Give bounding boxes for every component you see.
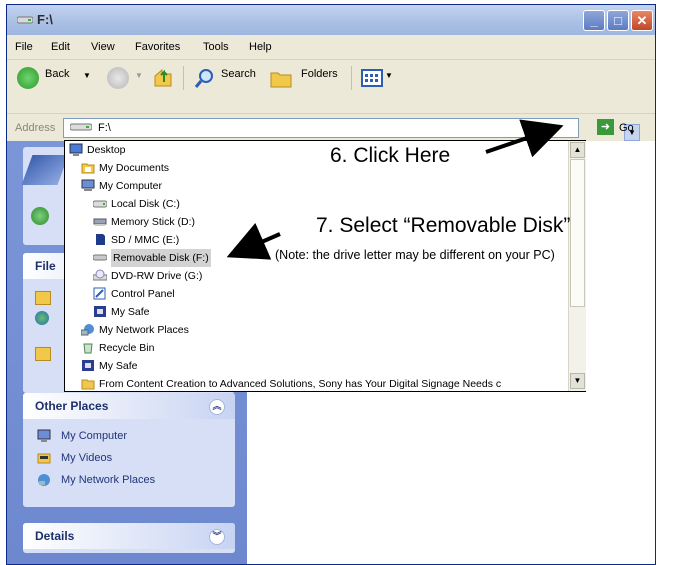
dropdown-item-label: Memory Stick (D:) <box>111 216 195 228</box>
folder-icon[interactable] <box>35 347 51 361</box>
expand-chevron-icon[interactable]: ︾ <box>209 529 225 545</box>
details-card: Details ︾ <box>23 523 235 553</box>
collapse-chevron-icon[interactable]: ︽ <box>209 399 225 415</box>
details-header[interactable]: Details ︾ <box>23 523 235 549</box>
toolbar-separator <box>351 66 352 90</box>
place-my-network-places[interactable]: My Network Places <box>23 469 235 491</box>
dropdown-item-label: Desktop <box>87 144 126 156</box>
globe-icon[interactable] <box>35 311 49 325</box>
scroll-thumb[interactable] <box>570 159 585 307</box>
search-button[interactable]: Search <box>221 68 256 80</box>
menu-favorites[interactable]: Favorites <box>135 41 180 53</box>
place-label: My Videos <box>61 452 113 464</box>
folder-icon <box>81 163 95 174</box>
task-icon[interactable] <box>31 207 49 225</box>
dropdown-item-label: DVD-RW Drive (G:) <box>111 270 203 282</box>
safe-icon <box>82 360 94 371</box>
forward-arrow-icon[interactable] <box>107 67 129 89</box>
other-places-card: Other Places ︽ My Computer My Videos My … <box>23 393 235 507</box>
dropdown-item-label: SD / MMC (E:) <box>111 234 180 246</box>
removable-disk-icon <box>93 254 107 261</box>
network-icon <box>38 474 50 486</box>
dropdown-item-label: My Safe <box>99 360 138 372</box>
folder-icon[interactable] <box>35 291 51 305</box>
details-title: Details <box>35 529 75 543</box>
up-folder-icon[interactable] <box>153 66 175 90</box>
back-button[interactable]: Back <box>45 68 69 80</box>
address-value: F:\ <box>98 122 111 134</box>
dropdown-item-label: Recycle Bin <box>99 342 155 354</box>
forward-dropdown-icon[interactable]: ▼ <box>135 71 143 80</box>
menu-file[interactable]: File <box>15 41 33 53</box>
address-bar: Address F:\ ▼ ➜ Go <box>7 113 655 142</box>
other-places-title: Other Places <box>35 399 109 413</box>
place-my-computer[interactable]: My Computer <box>23 425 235 447</box>
minimize-button[interactable]: _ <box>583 10 605 31</box>
maximize-button[interactable]: □ <box>607 10 629 31</box>
search-icon[interactable] <box>193 66 217 90</box>
dropdown-item-label: My Network Places <box>99 324 189 336</box>
folders-button[interactable]: Folders <box>301 68 338 80</box>
window-title: F:\ <box>37 12 53 27</box>
control-panel-icon <box>93 287 106 300</box>
other-places-header[interactable]: Other Places ︽ <box>23 393 235 419</box>
title-bar[interactable]: F:\ _ □ ✕ <box>7 5 655 35</box>
scroll-up-icon[interactable]: ▲ <box>570 142 585 158</box>
address-label: Address <box>15 122 56 134</box>
back-arrow-icon[interactable] <box>17 67 39 89</box>
toolbar-separator <box>183 66 184 90</box>
desktop-icon <box>69 143 83 156</box>
computer-icon <box>81 179 95 191</box>
address-input[interactable]: F:\ ▼ <box>63 118 640 141</box>
menu-edit[interactable]: Edit <box>51 41 70 53</box>
folder-icon <box>81 379 95 390</box>
drive-icon <box>93 200 107 208</box>
dropdown-item-label: Local Disk (C:) <box>111 198 180 210</box>
menu-help[interactable]: Help <box>249 41 272 53</box>
views-icon[interactable] <box>361 68 383 88</box>
note-annotation: (Note: the drive letter may be different… <box>275 248 555 262</box>
go-arrow-icon[interactable]: ➜ <box>597 119 614 135</box>
network-icon <box>81 324 94 336</box>
back-dropdown-icon[interactable]: ▼ <box>83 71 91 80</box>
place-label: My Computer <box>61 430 128 442</box>
place-label: My Network Places <box>61 474 156 486</box>
close-button[interactable]: ✕ <box>631 10 653 31</box>
dropdown-item-label: Control Panel <box>111 288 175 300</box>
menu-bar: File Edit View Favorites Tools Help <box>7 35 655 88</box>
scroll-down-icon[interactable]: ▼ <box>570 373 585 389</box>
dropdown-item-label: My Computer <box>99 180 163 192</box>
step-6-annotation: 6. Click Here <box>330 144 451 167</box>
recycle-bin-icon <box>83 343 93 354</box>
views-dropdown-icon[interactable]: ▼ <box>385 71 393 80</box>
place-my-videos[interactable]: My Videos <box>23 447 235 469</box>
dropdown-item-label: My Documents <box>99 162 170 174</box>
toolbar: Back ▼ ▼ Search Folders ▼ <box>7 59 655 96</box>
dropdown-item-label: My Safe <box>111 306 150 318</box>
menu-view[interactable]: View <box>91 41 115 53</box>
header-graphic-icon <box>21 155 69 185</box>
videos-folder-icon <box>37 453 51 464</box>
drive-icon <box>70 123 92 131</box>
sd-card-icon <box>96 234 105 245</box>
computer-icon <box>37 429 51 442</box>
menu-tools[interactable]: Tools <box>203 41 229 53</box>
safe-icon <box>94 306 106 317</box>
folders-icon[interactable] <box>269 67 295 89</box>
step-7-annotation: 7. Select “Removable Disk” <box>316 214 571 237</box>
address-dropdown-list: Desktop My Documents My Computer Local D… <box>64 140 586 392</box>
dvd-drive-icon <box>93 269 107 281</box>
memory-stick-icon <box>93 218 107 226</box>
dropdown-item-label: From Content Creation to Advanced Soluti… <box>99 378 502 390</box>
go-button[interactable]: Go <box>619 122 634 134</box>
dropdown-scrollbar[interactable]: ▲ ▼ <box>568 141 586 391</box>
drive-icon <box>17 16 33 24</box>
dropdown-item-label: Removable Disk (F:) <box>111 249 211 267</box>
